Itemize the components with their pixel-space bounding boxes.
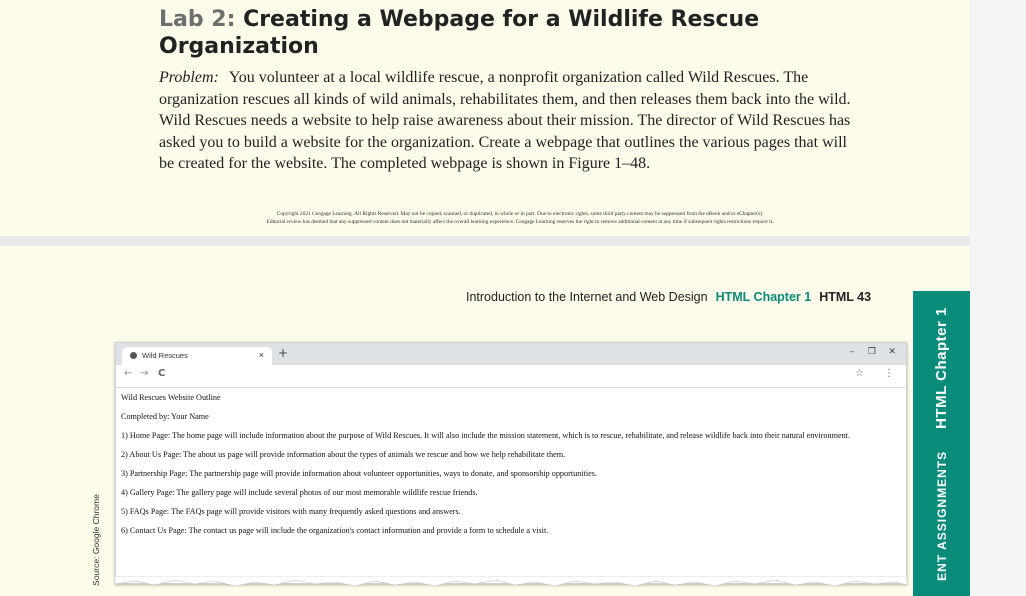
side-tab-chapter: HTML Chapter 1 xyxy=(932,306,950,429)
side-tab-text: ENT ASSIGNMENTS HTML Chapter 1 xyxy=(933,307,951,581)
close-tab-icon[interactable]: × xyxy=(259,350,264,360)
minimize-icon[interactable]: – xyxy=(850,347,855,357)
copyright-notice: Copyright 2021 Cengage Learning. All Rig… xyxy=(80,210,960,226)
browser-tab-bar: Wild Rescues × + – ❐ ✕ xyxy=(116,343,906,365)
chapter-side-tab: ENT ASSIGNMENTS HTML Chapter 1 xyxy=(913,291,970,596)
outline-item: 1) Home Page: The home page will include… xyxy=(121,431,850,440)
side-tab-section: ENT ASSIGNMENTS xyxy=(934,450,949,581)
lab-number: Lab 2: xyxy=(159,7,236,32)
lab-title: Lab 2: Creating a Webpage for a Wildlife… xyxy=(159,6,919,60)
textbook-page-top: Lab 2: Creating a Webpage for a Wildlife… xyxy=(0,0,970,236)
webpage-content: Wild Rescues Website Outline Completed b… xyxy=(121,393,901,545)
bookmark-star-icon[interactable]: ☆ xyxy=(855,368,864,379)
page-number: HTML 43 xyxy=(819,290,872,304)
lab-title-text: Creating a Webpage for a Wildlife Rescue… xyxy=(159,7,760,59)
maximize-icon[interactable]: ❐ xyxy=(868,347,876,357)
outline-item: 3) Partnership Page: The partnership pag… xyxy=(121,469,597,478)
outline-item: 6) Contact Us Page: The contact us page … xyxy=(121,526,549,535)
browser-window: Wild Rescues × + – ❐ ✕ ← → C ☆ ⋮ Wild Re… xyxy=(115,342,907,584)
source-credit: Source: Google Chrome xyxy=(91,494,101,586)
window-close-icon[interactable]: ✕ xyxy=(888,347,896,357)
browser-tab[interactable]: Wild Rescues × xyxy=(122,347,272,365)
browser-menu-icon[interactable]: ⋮ xyxy=(884,368,894,379)
back-icon[interactable]: ← xyxy=(124,368,132,379)
copyright-line-2: Editorial review has deemed that any sup… xyxy=(266,219,774,225)
outline-author: Completed by: Your Name xyxy=(121,412,209,421)
torn-edge xyxy=(115,576,907,587)
problem-text: You volunteer at a local wildlife rescue… xyxy=(159,69,851,172)
tab-title: Wild Rescues xyxy=(142,351,188,360)
outline-item: 5) FAQs Page: The FAQs page will provide… xyxy=(121,507,461,516)
outline-heading: Wild Rescues Website Outline xyxy=(121,393,221,402)
right-margin xyxy=(970,0,1026,596)
reload-icon[interactable]: C xyxy=(158,368,165,379)
outline-item: 4) Gallery Page: The gallery page will i… xyxy=(121,488,478,497)
page-gap xyxy=(0,236,1026,246)
globe-icon xyxy=(130,352,137,359)
running-head-title: Introduction to the Internet and Web Des… xyxy=(466,290,708,304)
new-tab-button[interactable]: + xyxy=(278,346,288,360)
outline-item: 2) About Us Page: The about us page will… xyxy=(121,450,566,459)
problem-paragraph: Problem: You volunteer at a local wildlif… xyxy=(159,67,859,175)
forward-icon[interactable]: → xyxy=(140,368,148,379)
copyright-line-1: Copyright 2021 Cengage Learning. All Rig… xyxy=(276,211,764,217)
running-head: Introduction to the Internet and Web Des… xyxy=(466,290,871,304)
running-head-chapter: HTML Chapter 1 xyxy=(715,290,812,304)
problem-label: Problem: xyxy=(159,69,219,86)
browser-toolbar: ← → C ☆ ⋮ xyxy=(116,365,906,388)
